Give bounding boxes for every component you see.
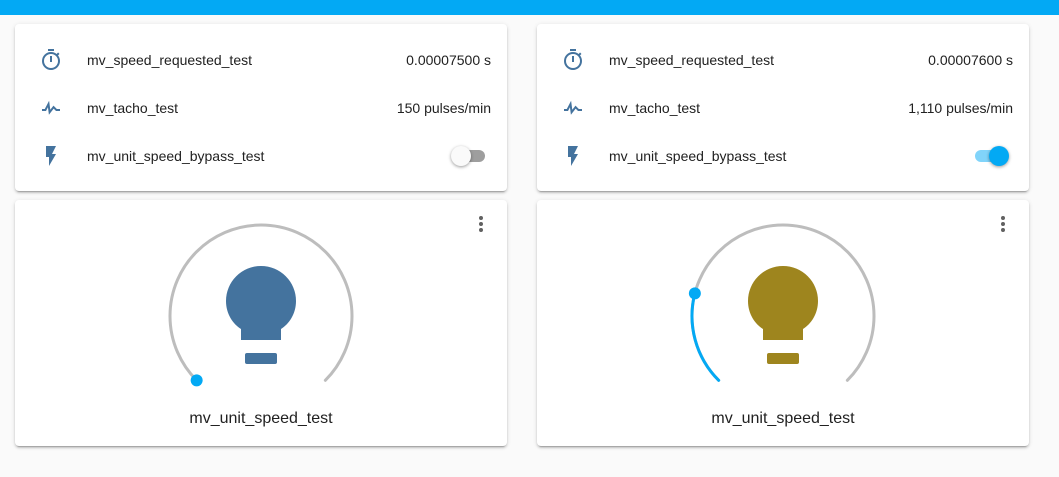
light-name[interactable]: mv_unit_speed_test (15, 410, 507, 428)
entity-row-speed-requested[interactable]: mv_speed_requested_test 0.00007600 s (537, 40, 1029, 80)
entity-name: mv_speed_requested_test (609, 52, 774, 68)
timer-icon (42, 49, 60, 70)
timer-icon (564, 49, 582, 70)
top-app-bar (0, 0, 1059, 15)
bypass-toggle[interactable] (451, 146, 487, 166)
entity-name: mv_tacho_test (87, 100, 179, 116)
entity-state: 0.00007500 s (406, 52, 491, 68)
entity-state: 1,110 pulses/min (908, 100, 1013, 116)
light-card-right: mv_unit_speed_test (537, 200, 1029, 446)
entity-name: mv_unit_speed_bypass_test (87, 148, 265, 164)
flash-icon (568, 146, 578, 166)
entity-row-tacho[interactable]: mv_tacho_test 1,110 pulses/min (537, 88, 1029, 128)
light-card-left: mv_unit_speed_test (15, 200, 507, 446)
pulse-icon (564, 100, 582, 115)
brightness-handle[interactable] (688, 287, 701, 300)
entity-name: mv_speed_requested_test (87, 52, 252, 68)
entity-state: 0.00007600 s (928, 52, 1013, 68)
flash-icon (46, 146, 56, 166)
lightbulb-icon[interactable] (225, 265, 297, 364)
toggle-thumb (451, 146, 471, 166)
brightness-handle[interactable] (190, 374, 203, 387)
pulse-icon (42, 100, 60, 115)
entity-name: mv_tacho_test (609, 100, 701, 116)
brightness-level (690, 291, 721, 382)
toggle-thumb (989, 146, 1009, 166)
entity-row-bypass[interactable]: mv_unit_speed_bypass_test (537, 136, 1029, 176)
entities-card-left: mv_speed_requested_test 0.00007500 s mv_… (15, 24, 507, 191)
entities-card-right: mv_speed_requested_test 0.00007600 s mv_… (537, 24, 1029, 191)
entity-name: mv_unit_speed_bypass_test (609, 148, 787, 164)
entity-state: 150 pulses/min (396, 100, 491, 116)
entity-row-bypass[interactable]: mv_unit_speed_bypass_test (15, 136, 507, 176)
light-name[interactable]: mv_unit_speed_test (537, 410, 1029, 428)
entity-row-speed-requested[interactable]: mv_speed_requested_test 0.00007500 s (15, 40, 507, 80)
entity-row-tacho[interactable]: mv_tacho_test 150 pulses/min (15, 88, 507, 128)
bypass-toggle[interactable] (973, 146, 1009, 166)
lightbulb-icon[interactable] (748, 265, 818, 364)
